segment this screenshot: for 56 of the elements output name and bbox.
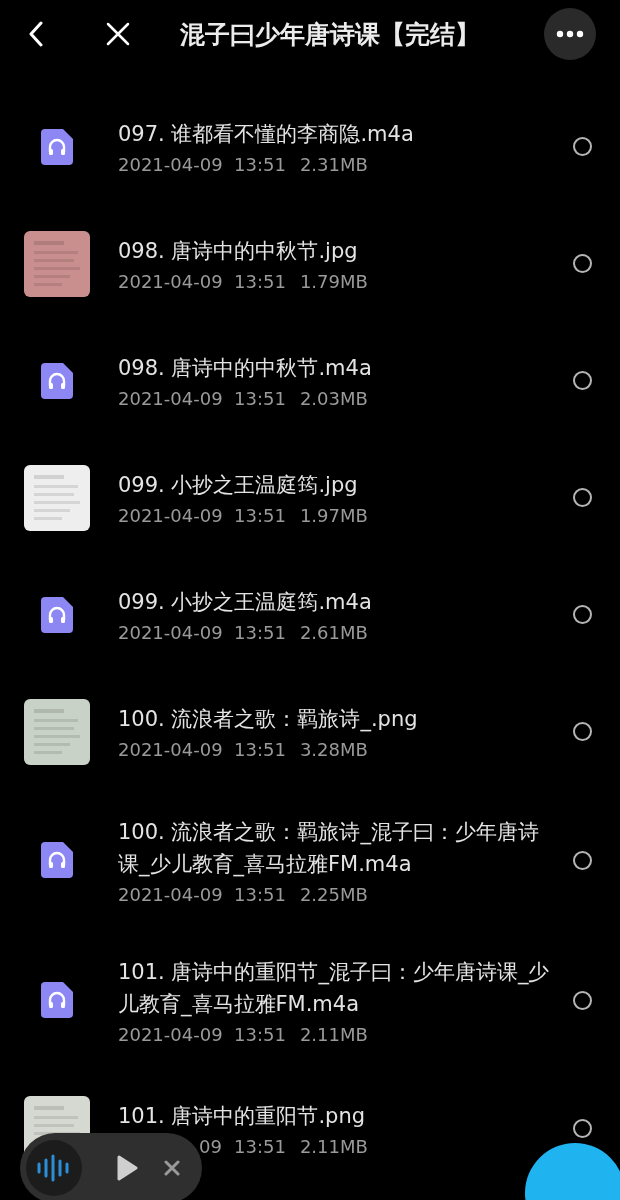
audio-file-icon <box>41 982 73 1018</box>
file-size: 2.61MB <box>299 622 368 643</box>
file-date: 2021-04-09 <box>118 739 222 760</box>
back-icon[interactable] <box>28 21 44 47</box>
file-name[interactable]: 099. 小抄之王温庭筠.jpg <box>118 469 553 501</box>
file-size: 2.25MB <box>299 883 368 905</box>
file-time: 13:51 <box>234 1136 286 1157</box>
file-time: 13:51 <box>234 505 286 526</box>
file-size: 2.11MB <box>299 1136 368 1157</box>
file-time: 13:51 <box>234 883 286 905</box>
file-name[interactable]: 100. 流浪者之歌：羁旅诗_.png <box>118 703 553 735</box>
select-radio[interactable] <box>573 371 592 390</box>
select-radio[interactable] <box>573 722 592 741</box>
select-radio[interactable] <box>573 137 592 156</box>
file-size: 1.79MB <box>299 271 368 292</box>
more-button[interactable] <box>544 8 596 60</box>
file-date: 2021-04-09 <box>118 1023 222 1045</box>
file-time: 13:51 <box>234 739 286 760</box>
file-date: 2021-04-09 <box>118 505 222 526</box>
file-date: 09 <box>198 1136 222 1157</box>
select-radio[interactable] <box>573 990 592 1010</box>
select-radio[interactable] <box>573 605 592 624</box>
file-name[interactable]: 098. 唐诗中的中秋节.m4a <box>118 352 553 384</box>
file-time: 13:51 <box>234 154 286 175</box>
file-date: 2021-04-09 <box>118 622 222 643</box>
file-name[interactable]: 097. 谁都看不懂的李商隐.m4a <box>118 118 553 150</box>
file-time: 13:51 <box>234 271 286 292</box>
file-date: 2021-04-09 <box>118 271 222 292</box>
page-title: 混子曰少年唐诗课【完结】 <box>180 18 481 51</box>
audio-file-icon <box>41 596 73 633</box>
file-date: 2021-04-09 <box>118 883 222 905</box>
file-size: 3.28MB <box>299 739 368 760</box>
file-name[interactable]: 098. 唐诗中的中秋节.jpg <box>118 235 553 267</box>
play-icon[interactable] <box>116 1155 138 1181</box>
file-size: 1.97MB <box>299 505 368 526</box>
file-size: 2.31MB <box>299 154 368 175</box>
file-size: 2.11MB <box>299 1023 368 1045</box>
select-radio[interactable] <box>573 254 592 273</box>
audio-file-icon <box>41 842 73 878</box>
audio-file-icon <box>41 128 73 165</box>
waveform-icon[interactable] <box>26 1140 82 1196</box>
file-size: 2.03MB <box>299 388 368 409</box>
file-name[interactable]: 101. 唐诗中的重阳节_混子曰：少年唐诗课_少儿教育_喜马拉雅FM.m4a <box>118 955 553 1020</box>
file-date: 2021-04-09 <box>118 154 222 175</box>
file-name[interactable]: 101. 唐诗中的重阳节.png <box>118 1100 553 1132</box>
select-radio[interactable] <box>573 1119 592 1138</box>
file-date: 2021-04-09 <box>118 388 222 409</box>
audio-file-icon <box>41 362 73 399</box>
more-icon[interactable] <box>556 30 584 38</box>
file-name[interactable]: 099. 小抄之王温庭筠.m4a <box>118 586 553 618</box>
file-name[interactable]: 100. 流浪者之歌：羁旅诗_混子曰：少年唐诗课_少儿教育_喜马拉雅FM.m4a <box>118 815 553 880</box>
select-radio[interactable] <box>573 850 592 870</box>
file-time: 13:51 <box>234 388 286 409</box>
select-radio[interactable] <box>573 488 592 507</box>
file-time: 13:51 <box>234 622 286 643</box>
file-time: 13:51 <box>234 1023 286 1045</box>
